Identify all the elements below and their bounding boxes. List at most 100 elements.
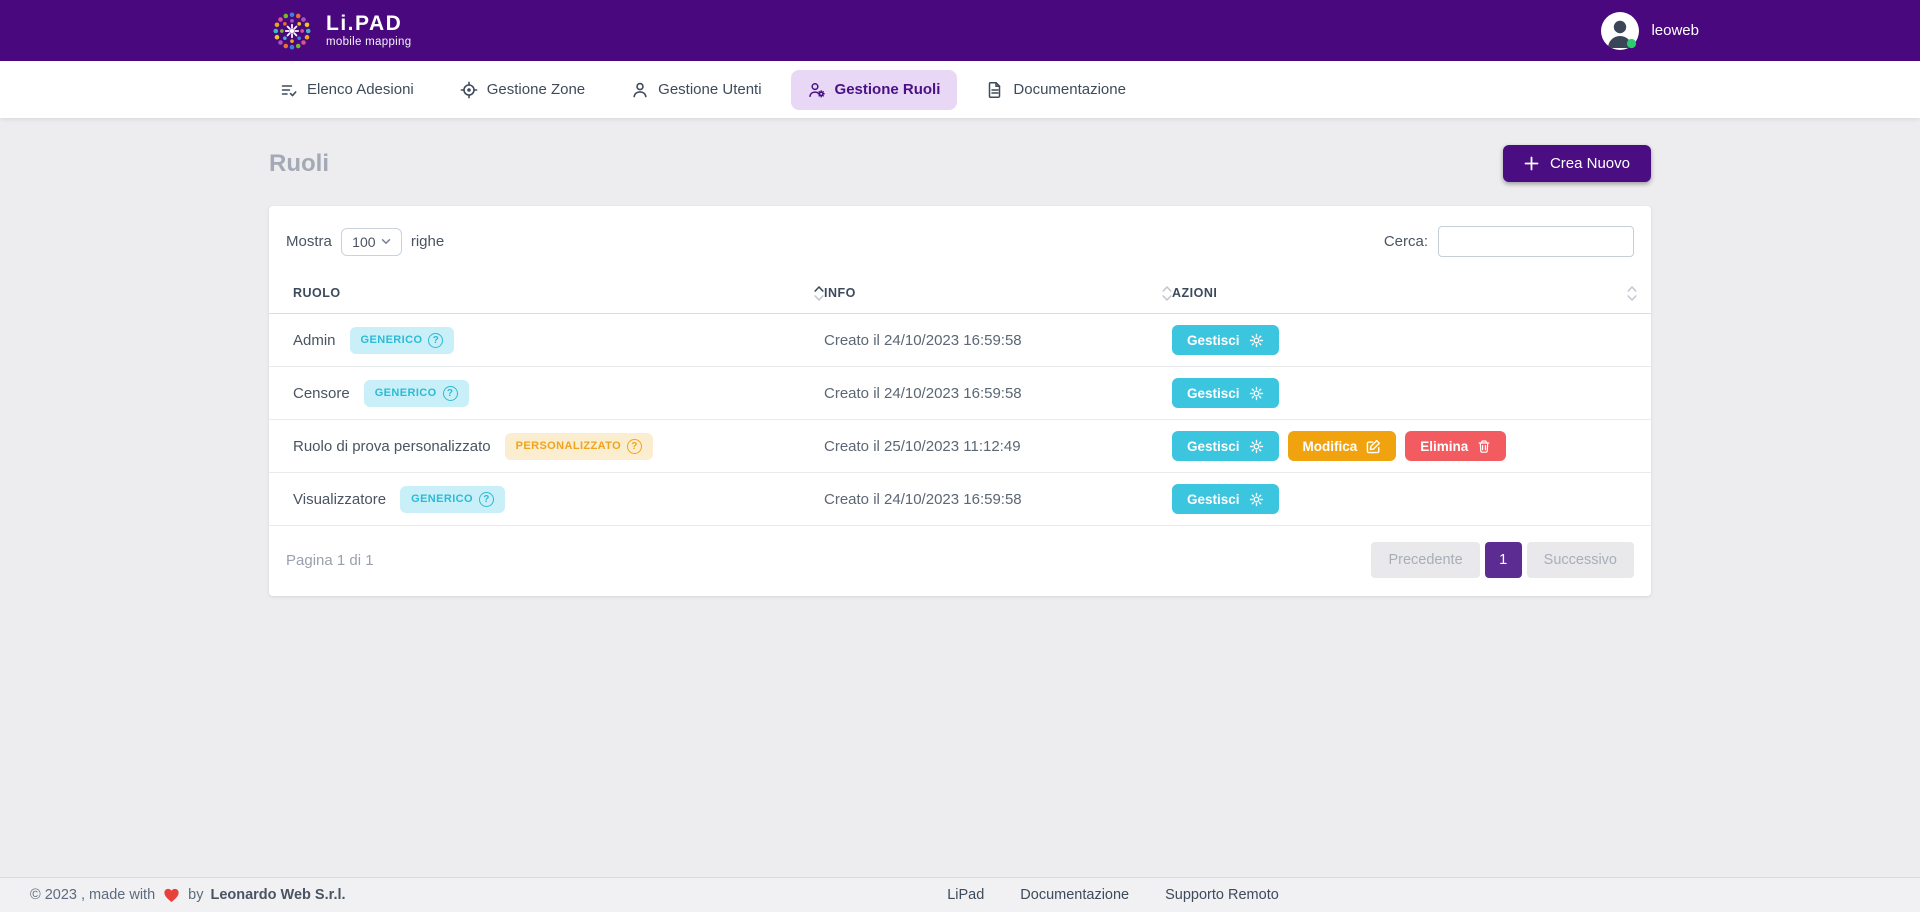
roles-table-card: Mostra 100 righe Cerca: RUOLO [269, 206, 1651, 596]
manage-button[interactable]: Gestisci [1172, 378, 1279, 408]
trash-icon [1477, 439, 1491, 454]
role-cell: Censore GENERICO ? [293, 380, 824, 407]
sort-icon[interactable] [814, 285, 824, 302]
next-page-button[interactable]: Successivo [1527, 542, 1634, 578]
table-row: Visualizzatore GENERICO ? Creato il 24/1… [269, 473, 1651, 526]
page-head: Ruoli Crea Nuovo [269, 145, 1651, 182]
manage-label: Gestisci [1187, 439, 1240, 454]
create-new-button[interactable]: Crea Nuovo [1503, 145, 1651, 182]
manage-label: Gestisci [1187, 333, 1240, 348]
help-circle-icon[interactable]: ? [428, 333, 443, 348]
info-cell: Creato il 24/10/2023 16:59:58 [824, 332, 1172, 349]
actions-cell: Gestisci Modifica Elimina [1172, 431, 1637, 461]
copyright-by: by [188, 887, 203, 903]
help-circle-icon[interactable]: ? [479, 492, 494, 507]
role-cell: Admin GENERICO ? [293, 327, 824, 354]
sort-icon[interactable] [1627, 285, 1637, 302]
manage-label: Gestisci [1187, 386, 1240, 401]
nav-label: Gestione Utenti [658, 81, 761, 98]
user-menu[interactable]: leoweb [1601, 12, 1699, 50]
role-type-badge: GENERICO ? [400, 486, 505, 513]
username-label: leoweb [1651, 22, 1699, 39]
nav-item-gestione-zone[interactable]: Gestione Zone [443, 70, 602, 110]
table-controls: Mostra 100 righe Cerca: [269, 222, 1651, 273]
role-name: Censore [293, 385, 350, 402]
column-header-info[interactable]: INFO [824, 273, 1172, 313]
delete-label: Elimina [1420, 439, 1468, 454]
sort-icon[interactable] [1162, 285, 1172, 302]
actions-cell: Gestisci [1172, 325, 1637, 355]
page-size-value: 100 [352, 234, 375, 250]
delete-button[interactable]: Elimina [1405, 431, 1506, 461]
table-row: Admin GENERICO ? Creato il 24/10/2023 16… [269, 314, 1651, 367]
badge-label: PERSONALIZZATO [516, 440, 621, 452]
top-header-bar: Li.PAD mobile mapping leoweb [0, 0, 1920, 61]
gear-icon [1249, 333, 1264, 348]
users-gear-icon [808, 81, 826, 99]
chevron-down-icon [381, 238, 391, 245]
footer-link-lipad[interactable]: LiPad [947, 887, 984, 903]
table-header-row: RUOLO INFO AZIONI [269, 273, 1651, 314]
nav-label: Elenco Adesioni [307, 81, 414, 98]
table-row: Ruolo di prova personalizzato PERSONALIZ… [269, 420, 1651, 473]
edit-icon [1366, 439, 1381, 454]
manage-label: Gestisci [1187, 492, 1240, 507]
main-nav: Elenco Adesioni Gestione Zone Gestione U… [0, 61, 1920, 118]
info-cell: Creato il 25/10/2023 11:12:49 [824, 438, 1172, 455]
footer-link-supporto-remoto[interactable]: Supporto Remoto [1165, 887, 1279, 903]
column-header-ruolo[interactable]: RUOLO [293, 273, 824, 313]
actions-cell: Gestisci [1172, 484, 1637, 514]
nav-label: Gestione Zone [487, 81, 585, 98]
help-circle-icon[interactable]: ? [627, 439, 642, 454]
help-circle-icon[interactable]: ? [443, 386, 458, 401]
nav-item-gestione-ruoli[interactable]: Gestione Ruoli [791, 70, 958, 110]
app-root: Li.PAD mobile mapping leoweb Elenco Ade [0, 0, 1920, 912]
role-type-badge: PERSONALIZZATO ? [505, 433, 653, 460]
role-name: Visualizzatore [293, 491, 386, 508]
role-cell: Visualizzatore GENERICO ? [293, 486, 824, 513]
nav-item-documentazione[interactable]: Documentazione [969, 70, 1143, 110]
user-icon [631, 81, 649, 99]
create-new-label: Crea Nuovo [1550, 155, 1630, 172]
edit-button[interactable]: Modifica [1288, 431, 1397, 461]
nav-item-elenco-adesioni[interactable]: Elenco Adesioni [263, 70, 431, 110]
rows-label: righe [411, 233, 444, 250]
role-type-badge: GENERICO ? [364, 380, 469, 407]
user-avatar [1601, 12, 1639, 50]
info-cell: Creato il 24/10/2023 16:59:58 [824, 491, 1172, 508]
lipad-logo-icon [269, 8, 315, 54]
column-label: RUOLO [293, 286, 341, 300]
actions-cell: Gestisci [1172, 378, 1637, 408]
manage-button[interactable]: Gestisci [1172, 484, 1279, 514]
app-logo[interactable]: Li.PAD mobile mapping [269, 8, 411, 54]
page-size-select[interactable]: 100 [341, 228, 402, 256]
previous-page-button[interactable]: Precedente [1371, 542, 1479, 578]
target-icon [460, 81, 478, 99]
page-title: Ruoli [269, 150, 329, 178]
copyright: © 2023 , made with by Leonardo Web S.r.l… [30, 886, 346, 904]
role-name: Admin [293, 332, 336, 349]
page-content: Ruoli Crea Nuovo Mostra 100 righe [269, 118, 1651, 596]
document-icon [986, 81, 1004, 99]
copyright-text: © 2023 , made with [30, 887, 155, 903]
footer-link-documentazione[interactable]: Documentazione [1020, 887, 1129, 903]
nav-label: Gestione Ruoli [835, 81, 941, 98]
current-page-button[interactable]: 1 [1485, 542, 1522, 578]
nav-item-gestione-utenti[interactable]: Gestione Utenti [614, 70, 778, 110]
manage-button[interactable]: Gestisci [1172, 325, 1279, 355]
badge-label: GENERICO [411, 493, 473, 505]
search-input[interactable] [1438, 226, 1634, 257]
badge-label: GENERICO [361, 334, 423, 346]
role-name: Ruolo di prova personalizzato [293, 438, 491, 455]
manage-button[interactable]: Gestisci [1172, 431, 1279, 461]
column-header-azioni[interactable]: AZIONI [1172, 273, 1637, 313]
gear-icon [1249, 439, 1264, 454]
footer-links: LiPad Documentazione Supporto Remoto [947, 887, 1279, 903]
online-status-dot [1627, 38, 1636, 47]
table-footer: Pagina 1 di 1 Precedente 1 Successivo [269, 526, 1651, 596]
page-size-control: Mostra 100 righe [286, 228, 444, 256]
role-type-badge: GENERICO ? [350, 327, 455, 354]
badge-label: GENERICO [375, 387, 437, 399]
plus-icon [1524, 156, 1539, 171]
gear-icon [1249, 492, 1264, 507]
